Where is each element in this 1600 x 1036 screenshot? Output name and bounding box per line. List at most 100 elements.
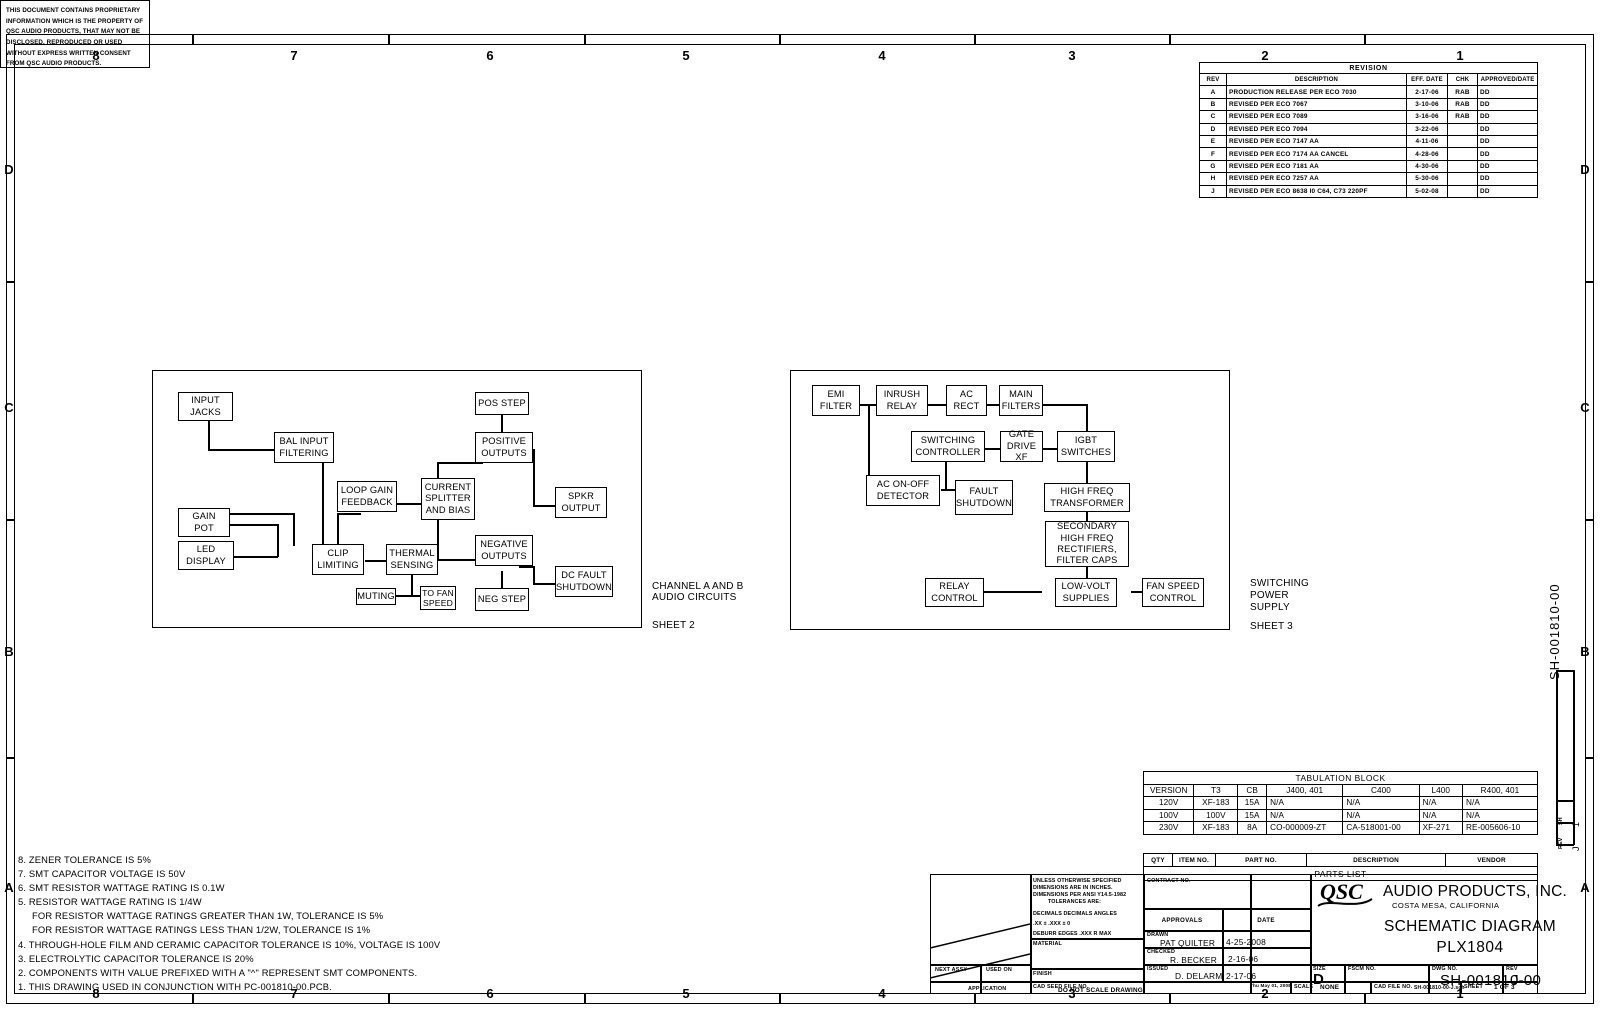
revision-cell-date: 4-11-06 [1406, 134, 1448, 149]
node-label: INRUSH RELAY [883, 389, 921, 411]
node-input-jacks: INPUT JACKS [178, 392, 233, 421]
sheet-value: 1 OF 3 [1494, 984, 1515, 991]
tabulation-cell-l400: XF-271 [1418, 821, 1464, 835]
node-label: THERMAL SENSING [389, 548, 435, 570]
zone-row-A-left: A [4, 880, 14, 895]
note-item: 7. SMT CAPACITOR VOLTAGE IS 50V [18, 868, 186, 880]
tabulation-cell-r400: N/A [1462, 808, 1538, 822]
revision-header-approved: APPROVED/DATE [1477, 72, 1538, 87]
node-relay-control: RELAY CONTROL [925, 578, 984, 607]
tabulation-cell-version: 100V [1142, 808, 1195, 822]
tabulation-cell-r400: N/A [1462, 796, 1538, 810]
do-not-scale-label: DO NOT SCALE DRAWING [1058, 987, 1143, 994]
node-label: INPUT JACKS [190, 395, 221, 417]
revision-cell-date: 4-28-06 [1406, 147, 1448, 161]
next-assy-label: NEXT ASSY [935, 967, 968, 973]
revision-cell-desc: REVISED PER ECO 7067 [1226, 97, 1407, 112]
revision-cell-app: DD [1477, 122, 1538, 136]
psu-diagram-sheet-ref: SHEET 3 [1250, 621, 1293, 632]
node-ac-on-off-detector: AC ON-OFF DETECTOR [866, 475, 940, 506]
zone-col-2-top: 2 [1261, 48, 1269, 63]
note-item: 3. ELECTROLYTIC CAPACITOR TOLERANCE IS 2… [18, 952, 254, 964]
zone-col-1-top: 1 [1456, 48, 1464, 63]
issued-date: 2-17-06 [1226, 971, 1257, 981]
drawn-date: 4-25-2008 [1226, 937, 1266, 947]
revision-header-eff-date: EFF. DATE [1406, 72, 1448, 87]
node-to-fan-speed: TO FAN SPEED [420, 586, 456, 610]
node-bal-input-filtering: BAL INPUT FILTERING [274, 432, 334, 463]
revision-cell-rev: F [1199, 147, 1227, 161]
spec-line-3: DIMENSIONS PER ANSI Y14.5-1982 [1033, 892, 1127, 898]
node-label: MAIN FILTERS [1001, 389, 1041, 411]
cad-file-label: CAD FILE NO. [1374, 984, 1413, 990]
revision-cell-app: DD [1477, 97, 1538, 112]
revision-cell-date: 3-10-06 [1406, 97, 1448, 112]
revision-header-rev: REV [1199, 72, 1227, 87]
finish-label: FINISH [1033, 971, 1052, 977]
tabulation-cell-t3: XF-183 [1193, 796, 1239, 810]
note-item: 1. THIS DRAWING USED IN CONJUNCTION WITH… [18, 980, 332, 992]
tabulation-title: TABULATION BLOCK [1143, 771, 1538, 785]
company-name: AUDIO PRODUCTS, INC. [1383, 883, 1567, 900]
revision-cell-chk [1447, 122, 1478, 136]
zone-row-B-left: B [4, 644, 14, 659]
table-row: E REVISED PER ECO 7147 AA 4-11-06 DD [1199, 134, 1538, 149]
psu-diagram-caption-line3: SUPPLY [1250, 602, 1290, 613]
node-emi-filter: EMI FILTER [812, 385, 860, 416]
node-label: LOOP GAIN FEEDBACK [340, 485, 394, 507]
node-label: SWITCHING CONTROLLER [915, 435, 981, 457]
node-gate-drive-xf: GATE DRIVE XF [1000, 429, 1043, 462]
tabulation-cell-j400: N/A [1266, 796, 1344, 810]
revision-cell-date: 5-30-06 [1406, 172, 1448, 186]
node-label: IGBT SWITCHES [1060, 435, 1112, 457]
note-item: 2. COMPONENTS WITH VALUE PREFIXED WITH A… [18, 966, 418, 978]
note-item: FOR RESISTOR WATTAGE RATINGS GREATER THA… [32, 910, 384, 922]
tabulation-block: TABULATION BLOCK VERSION T3 CB J400, 401… [1142, 771, 1538, 835]
revision-cell-date: 2-17-06 [1406, 85, 1448, 99]
drawing-model: PLX1804 [1436, 939, 1504, 956]
revision-cell-date: 3-16-06 [1406, 110, 1448, 124]
note-item: 8. ZENER TOLERANCE IS 5% [18, 854, 151, 865]
tabulation-cell-t3: XF-183 [1193, 821, 1239, 835]
spec-line-7: DEBURR EDGES .XXX R MAX [1033, 931, 1112, 937]
revision-cell-desc: REVISED PER ECO 8638 I0 C64, C73 220PF [1226, 184, 1407, 198]
zone-col-4-bottom: 4 [878, 986, 886, 1001]
zone-row-A-right: A [1580, 880, 1590, 895]
node-clip-limiting: CLIP LIMITING [312, 544, 364, 575]
node-fault-shutdown: FAULT SHUTDOWN [955, 480, 1013, 515]
table-row: A PRODUCTION RELEASE PER ECO 7030 2-17-0… [1199, 85, 1538, 99]
node-neg-step: NEG STEP [475, 588, 529, 611]
tabulation-header-c400: C400 [1342, 783, 1420, 797]
zone-col-3-top: 3 [1068, 48, 1076, 63]
application-label: APPLICATION [968, 986, 1007, 992]
date-header: DATE [1257, 917, 1275, 924]
zone-col-5-bottom: 5 [682, 986, 690, 1001]
revision-cell-rev: G [1199, 159, 1227, 174]
table-row: 120V XF-183 15A N/A N/A N/A N/A [1142, 796, 1538, 810]
zone-row-C-right: C [1580, 400, 1590, 415]
revision-cell-app: DD [1477, 110, 1538, 124]
note-item: FOR RESISTOR WATTAGE RATINGS LESS THAN 1… [32, 924, 371, 936]
revision-cell-desc: REVISED PER ECO 7147 AA [1226, 134, 1407, 149]
table-row: F REVISED PER ECO 7174 AA CANCEL 4-28-06… [1199, 147, 1538, 161]
table-row: D REVISED PER ECO 7094 3-22-06 DD [1199, 122, 1538, 136]
revision-cell-rev: A [1199, 85, 1227, 99]
node-spkr-output: SPKR OUTPUT [555, 487, 607, 518]
zone-row-C-left: C [4, 400, 14, 415]
node-label: TO FAN SPEED [422, 587, 454, 608]
cad-file-value: SH-001810-00-J.sch [1414, 985, 1465, 991]
spec-line-6: .XX ± .XXX ± 0 [1033, 921, 1071, 927]
table-row: 230V XF-183 8A CO-000009-ZT CA-518001-00… [1142, 821, 1538, 835]
audio-diagram-sheet-ref: SHEET 2 [652, 620, 695, 631]
node-loop-gain-feedback: LOOP GAIN FEEDBACK [337, 481, 397, 512]
plot-stamp: Thu May 01, 2008 [1250, 983, 1291, 988]
revision-cell-app: DD [1477, 172, 1538, 186]
revision-cell-chk [1447, 159, 1478, 174]
revision-cell-rev: J [1199, 184, 1227, 198]
node-thermal-sensing: THERMAL SENSING [386, 544, 438, 575]
note-item: 5. RESISTOR WATTAGE RATING IS 1/4W [18, 896, 202, 908]
zone-col-6-bottom: 6 [486, 986, 494, 1001]
revision-cell-app: DD [1477, 159, 1538, 174]
tabulation-header-l400: L400 [1418, 783, 1464, 797]
tabulation-cell-c400: N/A [1342, 796, 1420, 810]
